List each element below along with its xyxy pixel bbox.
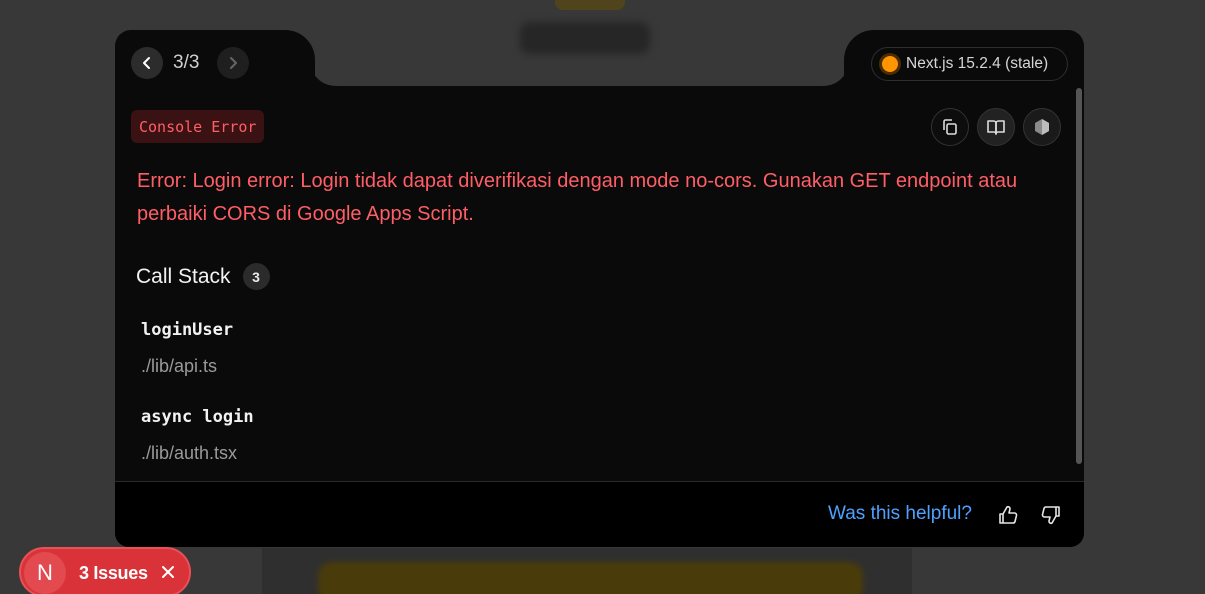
scrollbar[interactable] — [1076, 88, 1082, 464]
previous-error-button[interactable] — [131, 47, 163, 79]
error-type-badge: Console Error — [131, 110, 265, 143]
chevron-left-icon — [143, 57, 150, 69]
version-badge[interactable]: Next.js 15.2.4 (stale) — [871, 47, 1068, 81]
error-message: Error: Login error: Login tidak dapat di… — [137, 170, 1018, 225]
call-stack-title: Call Stack — [136, 264, 231, 288]
call-stack-count: 3 — [242, 263, 270, 290]
feedback-footer: Was this helpful? — [115, 481, 1084, 547]
stack-frame-file[interactable]: ./lib/api.ts — [141, 356, 233, 377]
error-counter: 3/3 — [173, 52, 200, 73]
version-label: Next.js 15.2.4 (stale) — [906, 55, 1049, 72]
copy-error-button[interactable] — [931, 108, 969, 146]
issues-count-label[interactable]: 3 Issues — [79, 563, 148, 584]
background-accent — [555, 0, 625, 10]
issues-toast[interactable]: N 3 Issues — [19, 547, 191, 594]
stack-frame-file[interactable]: ./lib/auth.tsx — [141, 443, 254, 464]
next-error-button[interactable] — [217, 47, 249, 79]
dialog-header: 3/3 Next.js 15.2.4 (stale) — [115, 30, 1084, 86]
stack-frame-function: loginUser — [141, 320, 234, 340]
book-open-icon — [987, 120, 1005, 135]
stack-frame[interactable]: loginUser ./lib/api.ts — [141, 320, 233, 377]
copy-icon — [943, 119, 957, 135]
thumbs-up-button[interactable] — [995, 502, 1021, 528]
feedback-label: Was this helpful? — [828, 503, 972, 524]
node-inspector-button[interactable] — [1023, 108, 1061, 146]
dialog-body: Console Error Error: Login error: Login … — [115, 86, 1084, 547]
close-icon — [162, 566, 174, 578]
thumbs-down-button[interactable] — [1038, 502, 1064, 528]
nodejs-icon — [1035, 119, 1049, 135]
stack-frame-function: async login — [141, 407, 254, 427]
docs-button[interactable] — [977, 108, 1015, 146]
thumbs-down-icon — [1041, 506, 1060, 525]
error-pagination: 3/3 — [115, 30, 315, 86]
close-issues-button[interactable] — [159, 563, 177, 581]
error-overlay-dialog: 3/3 Next.js 15.2.4 (stale) Console Error — [115, 30, 1084, 547]
thumbs-up-icon — [999, 505, 1018, 524]
stale-status-icon — [882, 56, 898, 72]
call-stack-header: Call Stack 3 — [136, 263, 270, 290]
nextjs-logo-icon[interactable]: N — [24, 552, 66, 594]
background-button — [318, 562, 863, 594]
stack-frame[interactable]: async login ./lib/auth.tsx — [141, 407, 254, 464]
chevron-right-icon — [230, 57, 237, 69]
